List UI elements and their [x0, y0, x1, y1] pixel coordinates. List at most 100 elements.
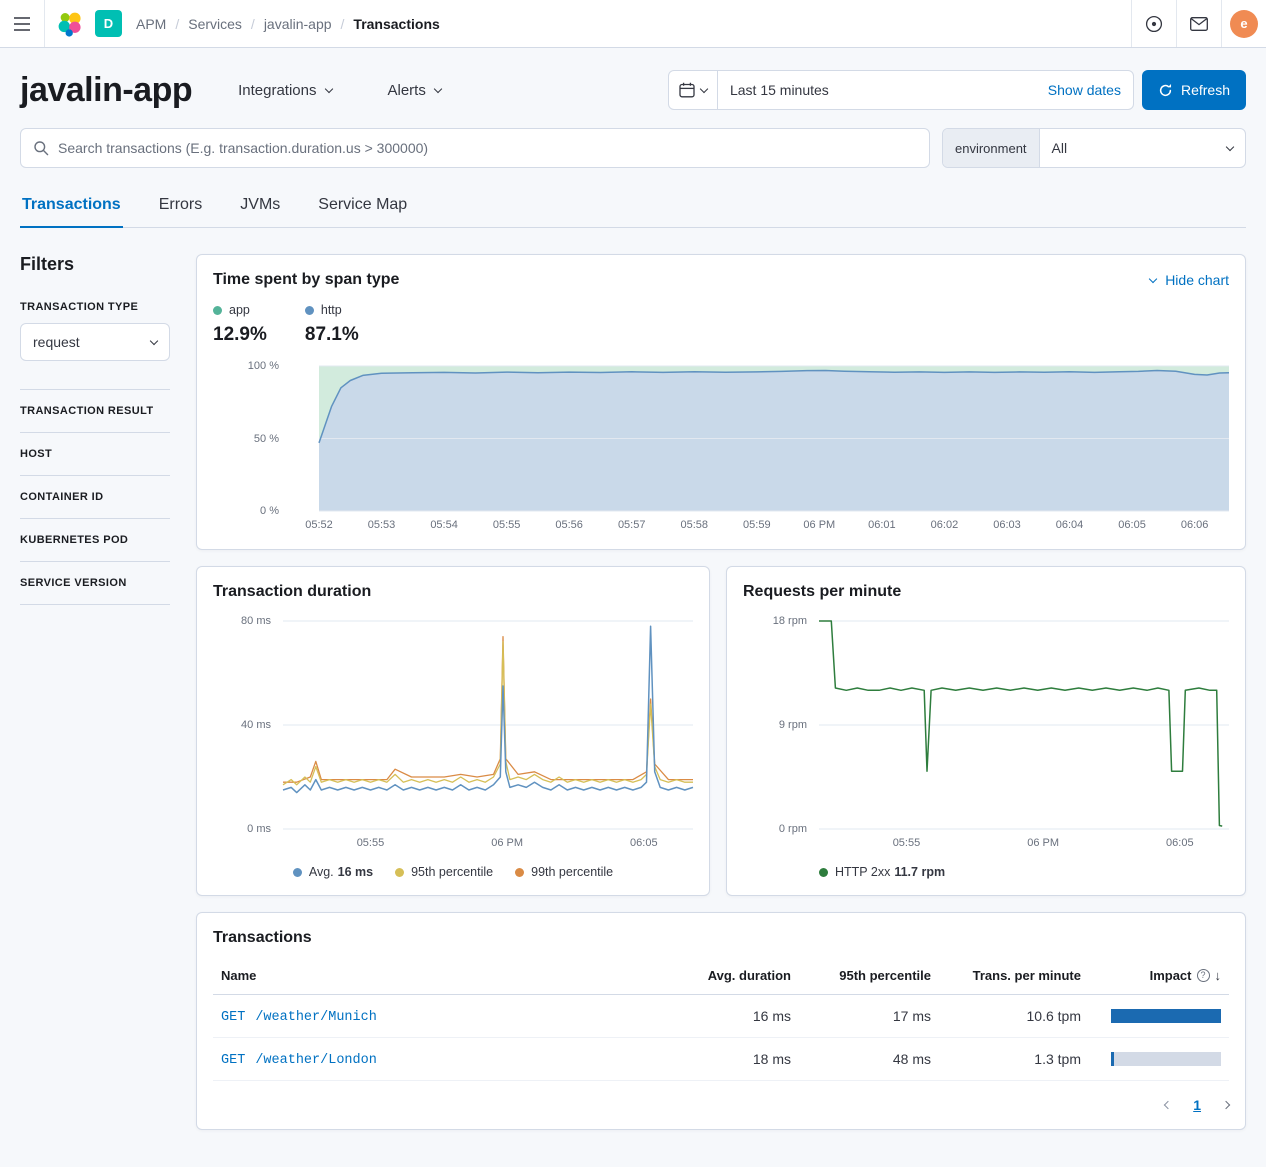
filter-container-id[interactable]: CONTAINER ID [20, 475, 170, 518]
hamburger-icon [14, 17, 30, 31]
search-row: environment All [20, 128, 1246, 168]
rpm-legend: HTTP 2xx 11.7 rpm [743, 865, 1229, 879]
breadcrumb-services[interactable]: Services [188, 16, 242, 32]
sort-descending-icon: ↓ [1215, 968, 1222, 983]
previous-page-button[interactable] [1165, 1102, 1171, 1108]
page-header: javalin-app Integrations Alerts La [20, 48, 1246, 128]
next-page-button[interactable] [1223, 1102, 1229, 1108]
avg-value: 16 ms [338, 865, 373, 879]
integrations-label: Integrations [238, 82, 316, 99]
y-axis-labels: 80 ms40 ms0 ms [213, 621, 283, 851]
topbar-actions: e [1131, 0, 1266, 47]
deployment-icon [1145, 15, 1163, 33]
legend-95th[interactable]: 95th percentile [395, 865, 493, 879]
chevron-down-icon [700, 84, 708, 92]
legend-item-http: http 87.1% [305, 303, 359, 346]
pagination: 1 [213, 1097, 1229, 1113]
requests-per-minute-panel: Requests per minute 18 rpm9 rpm0 rpm 05:… [726, 566, 1246, 896]
legend-item-app: app 12.9% [213, 303, 267, 346]
date-picker: Last 15 minutes Show dates [668, 70, 1134, 110]
chevron-left-icon [1164, 1101, 1172, 1109]
transaction-link-munich[interactable]: GET/weather/Munich [221, 1010, 377, 1025]
legend-http-2xx[interactable]: HTTP 2xx 11.7 rpm [819, 865, 945, 879]
chevron-right-icon [1222, 1101, 1230, 1109]
hide-chart-link[interactable]: Hide chart [1150, 272, 1229, 288]
environment-select[interactable]: All [1040, 129, 1245, 167]
breadcrumb-service-name[interactable]: javalin-app [264, 16, 332, 32]
tab-errors[interactable]: Errors [157, 184, 205, 228]
legend-app[interactable]: app [213, 303, 267, 317]
transaction-path: /weather/Munich [255, 1010, 377, 1025]
time-range-value[interactable]: Last 15 minutes [718, 82, 1036, 98]
transactions-table: Name Avg. duration 95th percentile Trans… [213, 957, 1229, 1081]
filter-host[interactable]: HOST [20, 432, 170, 475]
p99-swatch [515, 868, 524, 877]
legend-http-label: http [321, 303, 342, 317]
refresh-label: Refresh [1181, 82, 1230, 98]
tab-service-map[interactable]: Service Map [316, 184, 409, 228]
column-header-avg-duration[interactable]: Avg. duration [679, 957, 799, 995]
chevron-down-icon [1226, 142, 1234, 150]
user-menu-button[interactable]: e [1222, 0, 1266, 47]
span-type-chart: 100 %50 %0 % 05:5205:5305:5405:5505:5605… [213, 366, 1229, 533]
filter-transaction-result[interactable]: TRANSACTION RESULT [20, 389, 170, 432]
tab-transactions[interactable]: Transactions [20, 184, 123, 228]
quick-select-button[interactable] [669, 71, 718, 109]
column-header-tpm[interactable]: Trans. per minute [939, 957, 1089, 995]
avg-label: Avg. [309, 865, 334, 879]
impact-bar [1111, 1052, 1114, 1066]
environment-label: environment [943, 129, 1040, 167]
breadcrumb-apm[interactable]: APM [136, 16, 166, 32]
info-icon[interactable]: ? [1197, 969, 1210, 982]
integrations-menu[interactable]: Integrations [238, 82, 331, 99]
chevron-down-icon [434, 84, 442, 92]
chart-plot: 05:5506 PM06:05 [283, 621, 693, 851]
filters-heading: Filters [20, 254, 170, 275]
deployment-button[interactable] [1132, 0, 1176, 47]
apm-transactions-page: D APM / Services / javalin-app / Transac… [0, 0, 1266, 1167]
legend-http[interactable]: http [305, 303, 359, 317]
filter-kubernetes-pod[interactable]: KUBERNETES POD [20, 518, 170, 561]
transaction-type-label: TRANSACTION TYPE [20, 301, 170, 313]
top-navigation-bar: D APM / Services / javalin-app / Transac… [0, 0, 1266, 48]
search-icon [33, 140, 49, 156]
newsfeed-button[interactable] [1177, 0, 1221, 47]
x-axis-labels: 05:5506 PM06:05 [283, 837, 693, 851]
duration-legend: Avg. 16 ms 95th percentile 99th percenti… [213, 865, 693, 879]
show-dates-link[interactable]: Show dates [1036, 82, 1133, 98]
column-header-95th[interactable]: 95th percentile [799, 957, 939, 995]
tab-jvms[interactable]: JVMs [238, 184, 282, 228]
impact-label: Impact [1150, 968, 1192, 983]
transaction-duration-panel: Transaction duration 80 ms40 ms0 ms 05:5… [196, 566, 710, 896]
filter-sections: TRANSACTION RESULT HOST CONTAINER ID KUB… [20, 389, 170, 605]
legend-99th[interactable]: 99th percentile [515, 865, 613, 879]
chevron-down-icon [1149, 274, 1157, 282]
header-links: Integrations Alerts [238, 82, 441, 99]
p95-label: 95th percentile [411, 865, 493, 879]
refresh-button[interactable]: Refresh [1142, 70, 1246, 110]
transaction-type-select[interactable]: request [20, 323, 170, 361]
service-tabs: Transactions Errors JVMs Service Map [20, 184, 1246, 228]
search-input[interactable] [58, 140, 917, 156]
span-type-legend: app 12.9% http 87.1% [213, 303, 1229, 346]
filters-sidebar: Filters TRANSACTION TYPE request TRANSAC… [20, 254, 170, 1130]
alerts-menu[interactable]: Alerts [388, 82, 441, 99]
main-content: Time spent by span type Hide chart app [196, 254, 1246, 1130]
time-controls: Last 15 minutes Show dates Refresh [668, 70, 1246, 110]
elastic-logo-icon [57, 11, 83, 37]
span-type-panel: Time spent by span type Hide chart app [196, 254, 1246, 550]
column-header-impact[interactable]: Impact ? ↓ [1089, 957, 1229, 995]
tpm-value: 10.6 tpm [939, 995, 1089, 1038]
elastic-logo[interactable] [45, 11, 95, 37]
column-header-name[interactable]: Name [213, 957, 679, 995]
menu-button[interactable] [0, 0, 44, 47]
legend-avg[interactable]: Avg. 16 ms [293, 865, 373, 879]
transaction-link-london[interactable]: GET/weather/London [221, 1053, 377, 1068]
space-badge[interactable]: D [95, 10, 122, 37]
filter-service-version[interactable]: SERVICE VERSION [20, 561, 170, 604]
transactions-table-panel: Transactions Name Avg. duration 95th per… [196, 912, 1246, 1130]
impact-bar-track [1111, 1009, 1221, 1023]
page-number[interactable]: 1 [1193, 1097, 1201, 1113]
breadcrumb-separator: / [251, 16, 255, 32]
avg-duration-value: 18 ms [679, 1038, 799, 1081]
